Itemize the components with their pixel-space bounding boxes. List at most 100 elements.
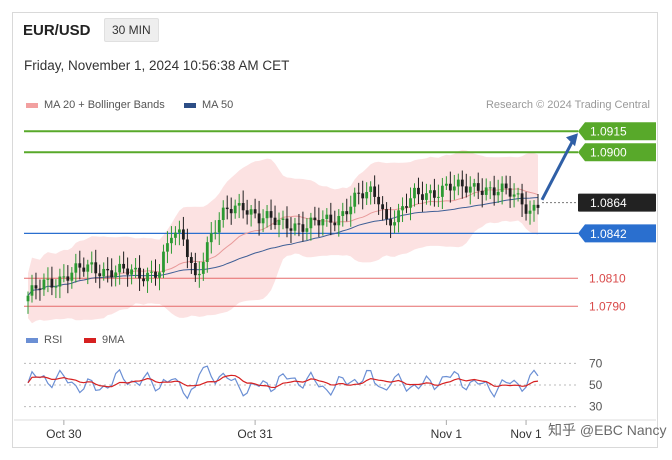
candle-body (70, 272, 74, 281)
candle-body (464, 186, 468, 193)
forecast-arrow-shaft (540, 141, 574, 201)
candle-body (484, 187, 488, 195)
x-tick-label-0: Oct 30 (46, 427, 82, 441)
candle-body (385, 209, 388, 220)
candle-body (102, 268, 106, 277)
candle-body (50, 278, 54, 288)
candle-body (401, 206, 404, 211)
candle-body (389, 219, 392, 226)
candle-body (162, 251, 165, 273)
candle-body (381, 204, 385, 210)
candle-body (496, 191, 500, 196)
candle-body (66, 276, 70, 281)
rsi-tick-label: 70 (589, 356, 603, 370)
candle-body (528, 210, 532, 214)
candle-body (54, 286, 58, 288)
candle-body (197, 273, 201, 276)
candle-body (78, 263, 82, 268)
candle-body (297, 223, 301, 225)
candle-body (62, 276, 66, 278)
candle-body (405, 206, 408, 208)
candle-body (138, 267, 141, 279)
candle-body (86, 264, 90, 272)
candle-body (233, 205, 237, 214)
candle-body (193, 263, 197, 276)
rsi-tick-label: 50 (589, 378, 603, 392)
candle-body (134, 267, 137, 270)
candle-body (225, 207, 229, 210)
candle-body (520, 193, 524, 205)
rsi-tick-label: 30 (589, 400, 603, 414)
candle-body (265, 211, 269, 219)
candle-body (90, 262, 94, 265)
candle-body (261, 218, 265, 224)
price-chart[interactable]: 1.0915 1.0900 1.0864 1.0842 1.0810 1.0790 70 5… (0, 0, 672, 460)
candle-body (118, 263, 122, 273)
candle-body (126, 268, 130, 275)
candle-body (516, 193, 520, 195)
candle-body (185, 239, 189, 258)
candle-body (361, 193, 365, 199)
candle-body (42, 279, 46, 290)
candle-body (269, 211, 273, 218)
candle-body (38, 288, 42, 290)
candle-body (237, 203, 241, 206)
candle-body (158, 272, 161, 278)
candle-body (425, 193, 428, 200)
candle-body (365, 191, 369, 199)
candle-body (433, 190, 436, 198)
candle-body (189, 257, 193, 264)
level-label-resistance-1: 1.0900 (590, 146, 627, 160)
candle-body (492, 187, 496, 196)
candle-body (512, 194, 516, 197)
candle-body (257, 213, 261, 224)
candle-body (154, 271, 157, 278)
candle-body (341, 211, 345, 216)
candle-body (309, 217, 313, 229)
level-label-resistance-0: 1.0915 (590, 125, 627, 139)
candle-body (421, 194, 424, 200)
candle-body (106, 268, 110, 271)
candle-body (468, 186, 472, 193)
level-label-pivot-3: 1.0842 (590, 227, 627, 241)
candle-body (205, 242, 209, 263)
candle-body (241, 203, 245, 211)
candle-body (273, 217, 277, 226)
watermark-text: 知乎 @EBC Nancy (548, 422, 667, 438)
candle-body (436, 196, 440, 198)
candle-body (413, 187, 416, 199)
candle-body (150, 271, 153, 273)
candle-body (397, 210, 400, 223)
candle-body (178, 229, 181, 233)
candle-body (480, 190, 484, 195)
candle-body (82, 267, 86, 272)
candle-body (337, 215, 341, 226)
candle-body (349, 206, 353, 215)
candle-body (444, 183, 448, 186)
candle-body (277, 219, 281, 226)
candle-body (429, 190, 432, 194)
candle-body (98, 273, 102, 277)
candle-body (508, 188, 512, 197)
candle-body (249, 209, 253, 215)
candle-body (229, 209, 233, 214)
rsi-line (27, 365, 539, 400)
candle-body (114, 272, 118, 278)
candle-body (181, 229, 185, 240)
candle-body (460, 179, 464, 187)
candle-body (122, 263, 126, 269)
candle-body (146, 272, 149, 282)
rsi-layer: 70 50 30 (24, 356, 603, 414)
x-tick-label-2: Nov 1 (431, 427, 463, 441)
candle-body (476, 183, 480, 191)
candle-body (472, 183, 476, 187)
candle-body (333, 222, 337, 226)
candle-body (393, 222, 396, 226)
candle-body (281, 218, 285, 220)
candle-body (213, 232, 217, 234)
candle-body (536, 204, 540, 208)
candle-body (524, 204, 528, 214)
candle-body (46, 278, 50, 280)
candle-body (130, 269, 133, 275)
candle-body (329, 214, 333, 223)
